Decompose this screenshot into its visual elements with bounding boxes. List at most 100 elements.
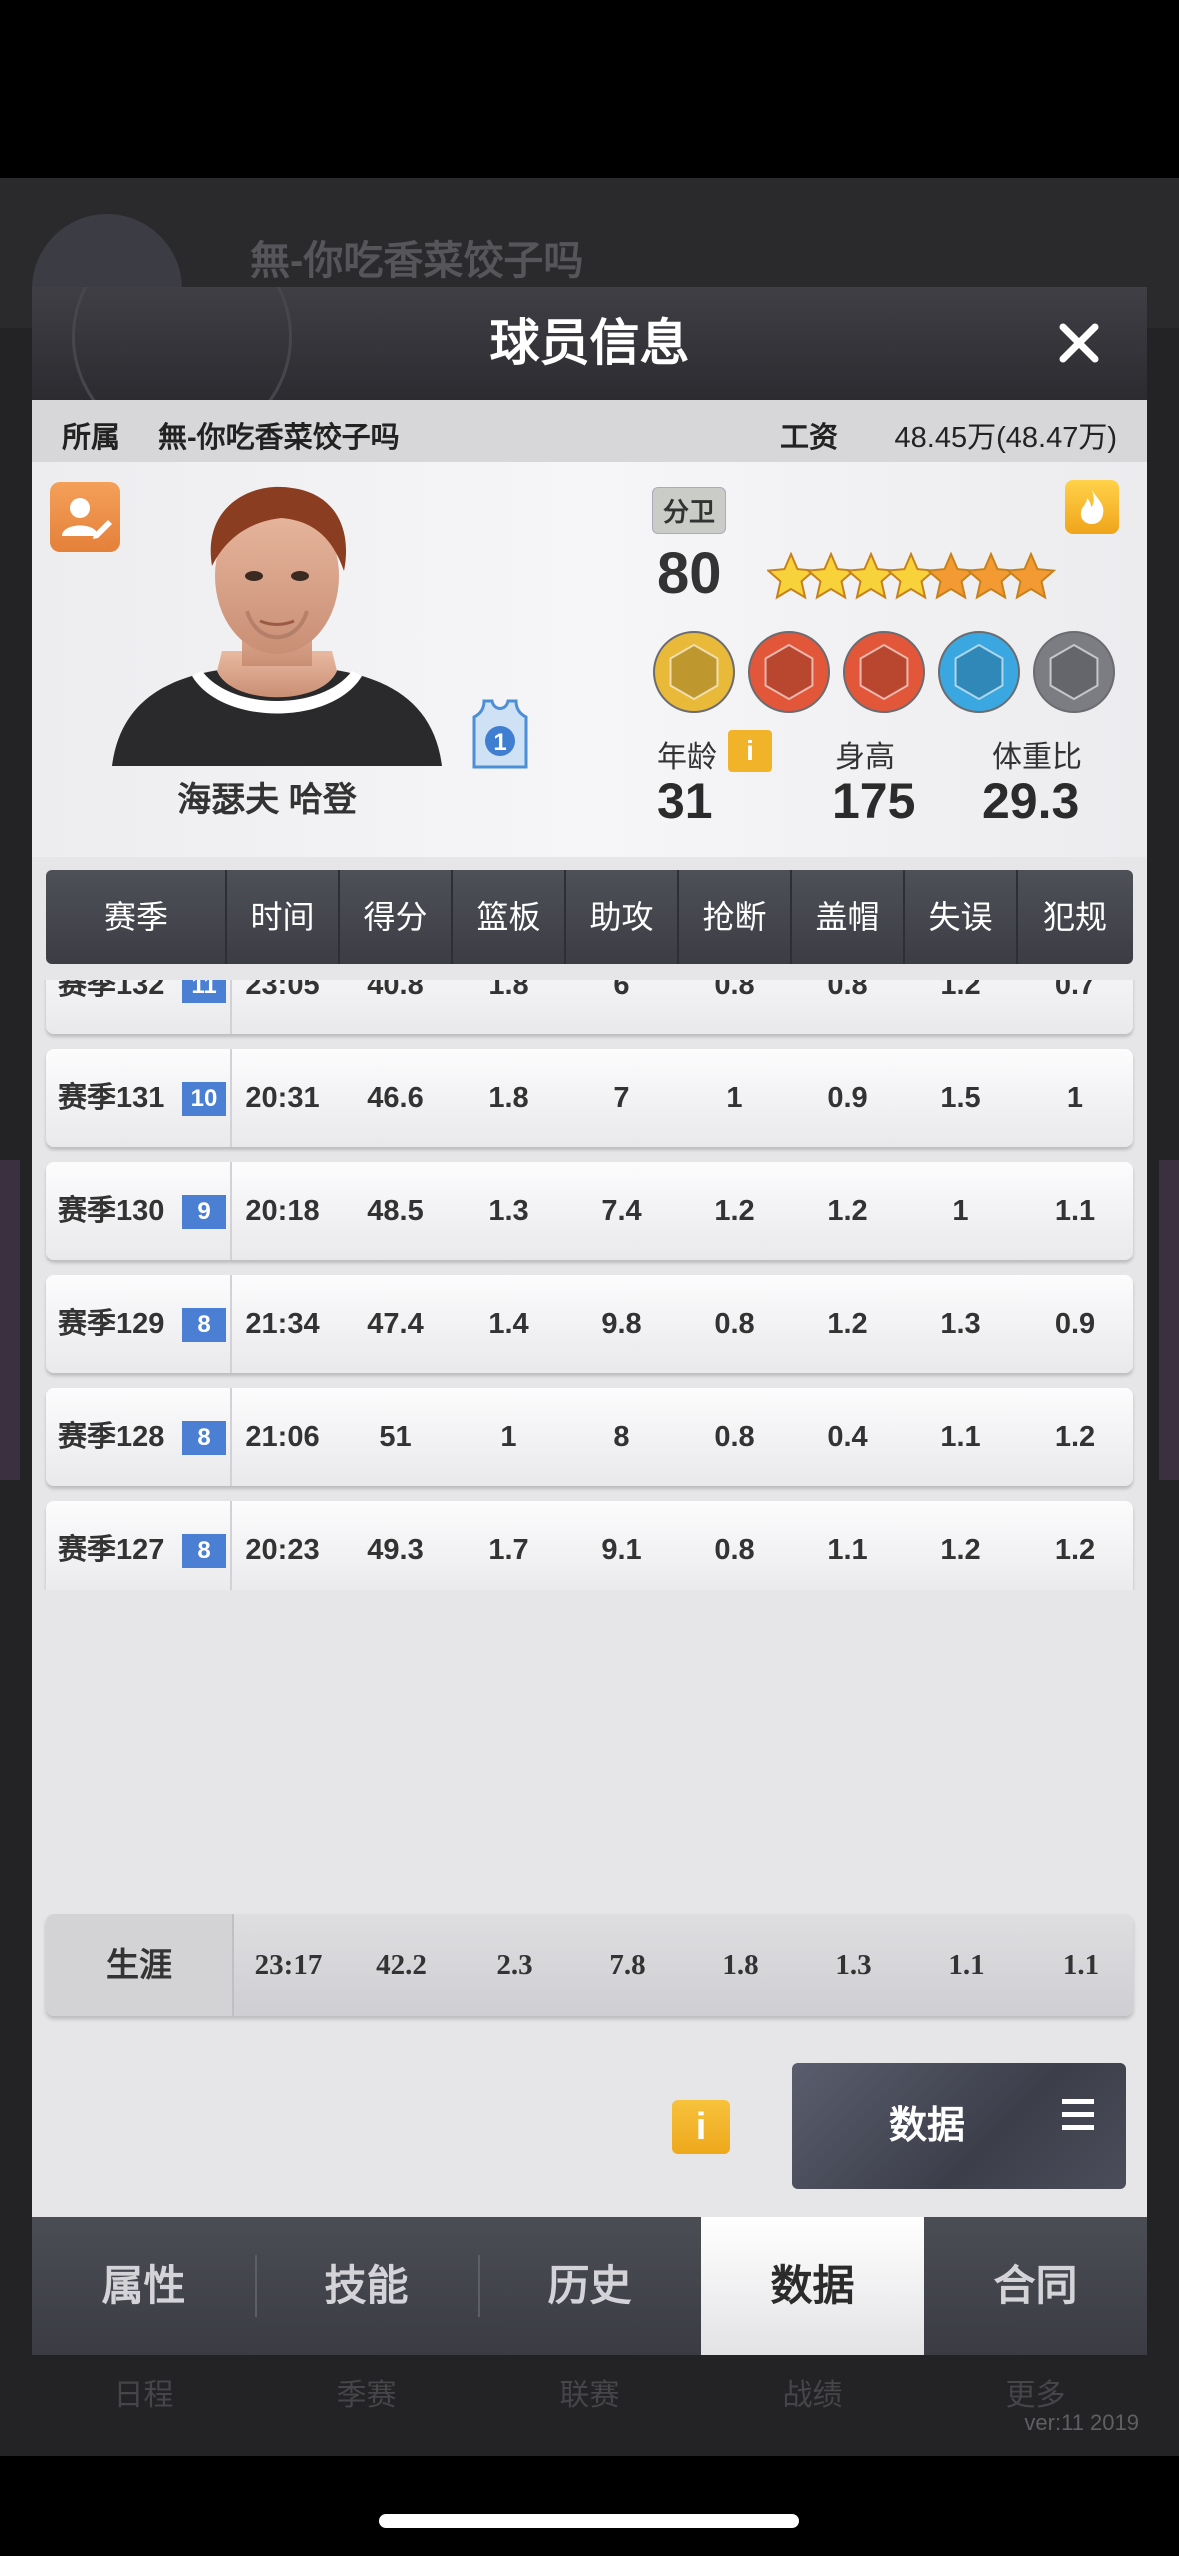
age-info-button[interactable]: i (728, 730, 772, 772)
skill-medal-icon[interactable] (653, 631, 735, 713)
career-label: 生涯 (46, 1914, 232, 2016)
column-divider (677, 870, 679, 964)
cell-reb: 1.3 (488, 1195, 529, 1227)
version-label: ver:11 2019 (1024, 2410, 1139, 2435)
position-badge: 分卫 (652, 487, 727, 534)
jersey-number: 1 (470, 697, 530, 771)
cell-tov: 1.1 (940, 1421, 981, 1453)
star-icon (965, 551, 1017, 600)
cell-ast: 7.4 (601, 1195, 642, 1227)
cell-tov: 1 (952, 1195, 969, 1227)
column-divider (225, 870, 227, 964)
star-icon (767, 551, 817, 600)
cell-blk: 1.2 (827, 1195, 868, 1227)
player-rating: 80 (657, 541, 722, 606)
career-pf: 1.1 (1062, 1949, 1100, 1981)
salary-label: 工资 (780, 422, 839, 454)
age-label: 年龄 (657, 741, 717, 774)
cell-ast: 9.8 (601, 1308, 642, 1340)
cell-reb: 1.4 (488, 1308, 529, 1340)
column-header: 得分 (363, 899, 428, 935)
owner-salary-bar: 所属 無-你吃香菜饺子吗 工资 48.45万(48.47万) (32, 400, 1147, 462)
cell-blk: 0.9 (827, 1082, 868, 1114)
season-level-badge: 8 (182, 1421, 226, 1455)
star-icon (925, 551, 977, 600)
cell-pf: 0.7 (1054, 980, 1096, 1001)
skill-medal-icon[interactable] (748, 631, 830, 713)
tab-0[interactable]: 属性 (32, 2217, 255, 2355)
player-portrait (112, 486, 442, 766)
cell-time: 21:34 (245, 1308, 320, 1340)
jersey-icon: 1 (472, 699, 528, 769)
background-tab: 战绩 (782, 2379, 843, 2412)
cell-blk: 1.2 (827, 1308, 868, 1340)
career-tov: 1.1 (948, 1949, 985, 1981)
salary-value: 48.45万(48.47万) (894, 422, 1117, 454)
star-icon (885, 551, 937, 600)
tab-1[interactable]: 技能 (255, 2217, 478, 2355)
app-root: 無-你吃香菜饺子吗 日程 季赛 联赛 战绩 更多 ver:11 2019 球员信… (0, 0, 1179, 2556)
home-indicator[interactable] (379, 2514, 799, 2528)
fire-button[interactable] (1065, 480, 1119, 534)
stats-table-body[interactable]: 赛季132 11 23:05 40.8 1.8 6 0.8 0.8 1.2 0.7 赛季131 10 2… (32, 980, 1147, 1590)
skill-medal-icon[interactable] (843, 631, 925, 713)
cell-stl: 0.8 (714, 1308, 755, 1340)
jersey-number-text: 1 (493, 729, 506, 756)
column-header: 赛季 (103, 899, 168, 935)
fire-icon (1080, 490, 1104, 524)
table-row[interactable]: 赛季128 8 21:06 51 1 8 0.8 0.4 1.1 1.2 (46, 1388, 1133, 1486)
cell-pts: 51 (379, 1421, 412, 1453)
data-button[interactable]: 数据 (792, 2063, 1126, 2189)
tab-4[interactable]: 合同 (924, 2217, 1147, 2355)
table-row[interactable]: 赛季127 8 20:23 49.3 1.7 9.1 0.8 1.1 1.2 1.2 (46, 1501, 1133, 1590)
background-tab: 日程 (113, 2379, 174, 2412)
cell-reb: 1 (500, 1421, 517, 1453)
height-value: 175 (832, 773, 916, 829)
close-button[interactable] (1051, 315, 1107, 371)
menu-icon (1062, 2099, 1094, 2130)
modal-title: 球员信息 (489, 315, 690, 371)
table-row[interactable]: 赛季129 8 21:34 47.4 1.4 9.8 0.8 1.2 1.3 0.9 (46, 1275, 1133, 1373)
cell-pts: 40.8 (367, 980, 424, 1001)
season-level-badge: 8 (182, 1308, 226, 1342)
table-row[interactable]: 赛季131 10 20:31 46.6 1.8 7 1 0.9 1.5 1 (46, 1049, 1133, 1147)
column-divider (338, 870, 340, 964)
column-header: 犯规 (1042, 899, 1107, 935)
cell-tov: 1.5 (940, 1082, 981, 1114)
cell-stl: 1.2 (714, 1195, 755, 1227)
career-row: 生涯 23:17 42.2 2.3 7.8 1.8 1.3 1.1 1.1 (46, 1914, 1133, 2016)
cell-pts: 49.3 (367, 1534, 424, 1566)
info-button[interactable]: i (672, 2100, 730, 2154)
cell-ast: 6 (613, 980, 630, 1001)
star-icon (845, 551, 897, 600)
player-info-modal: 球员信息 所属 無-你吃香菜饺子吗 工资 48.45万(48.47万) 海瑟夫 … (32, 287, 1147, 2355)
career-ast: 7.8 (609, 1949, 646, 1981)
cell-ast: 7 (613, 1082, 630, 1114)
skill-medal-icon[interactable] (938, 631, 1020, 713)
owner-label: 所属 (62, 422, 121, 454)
cell-pts: 46.6 (367, 1082, 424, 1114)
skill-medal-icon[interactable] (1033, 631, 1115, 713)
cell-reb: 1.8 (488, 1082, 529, 1114)
tab-3[interactable]: 数据 (701, 2217, 924, 2355)
tab-2[interactable]: 历史 (478, 2217, 701, 2355)
season-level-badge: 9 (182, 1195, 226, 1229)
column-divider (1016, 870, 1018, 964)
season-name: 赛季129 (58, 1308, 165, 1340)
table-row[interactable]: 赛季130 9 20:18 48.5 1.3 7.4 1.2 1.2 1 1.1 (46, 1162, 1133, 1260)
column-header: 篮板 (476, 899, 541, 935)
cell-pts: 47.4 (367, 1308, 424, 1340)
star-rating (767, 551, 1057, 600)
cell-pts: 48.5 (367, 1195, 424, 1227)
tab-divider (255, 2255, 257, 2317)
cell-stl: 0.8 (714, 980, 755, 1001)
bmi-label: 体重比 (992, 741, 1082, 774)
cell-pf: 1.2 (1054, 1421, 1096, 1453)
column-divider (451, 870, 453, 964)
season-name: 赛季132 (58, 980, 165, 1001)
cell-tov: 1.2 (940, 1534, 981, 1566)
cell-pf: 0.9 (1054, 1308, 1096, 1340)
career-blk: 1.3 (835, 1949, 872, 1981)
player-name: 海瑟夫 哈登 (177, 781, 357, 819)
table-row[interactable]: 赛季132 11 23:05 40.8 1.8 6 0.8 0.8 1.2 0.7 (46, 980, 1133, 1034)
